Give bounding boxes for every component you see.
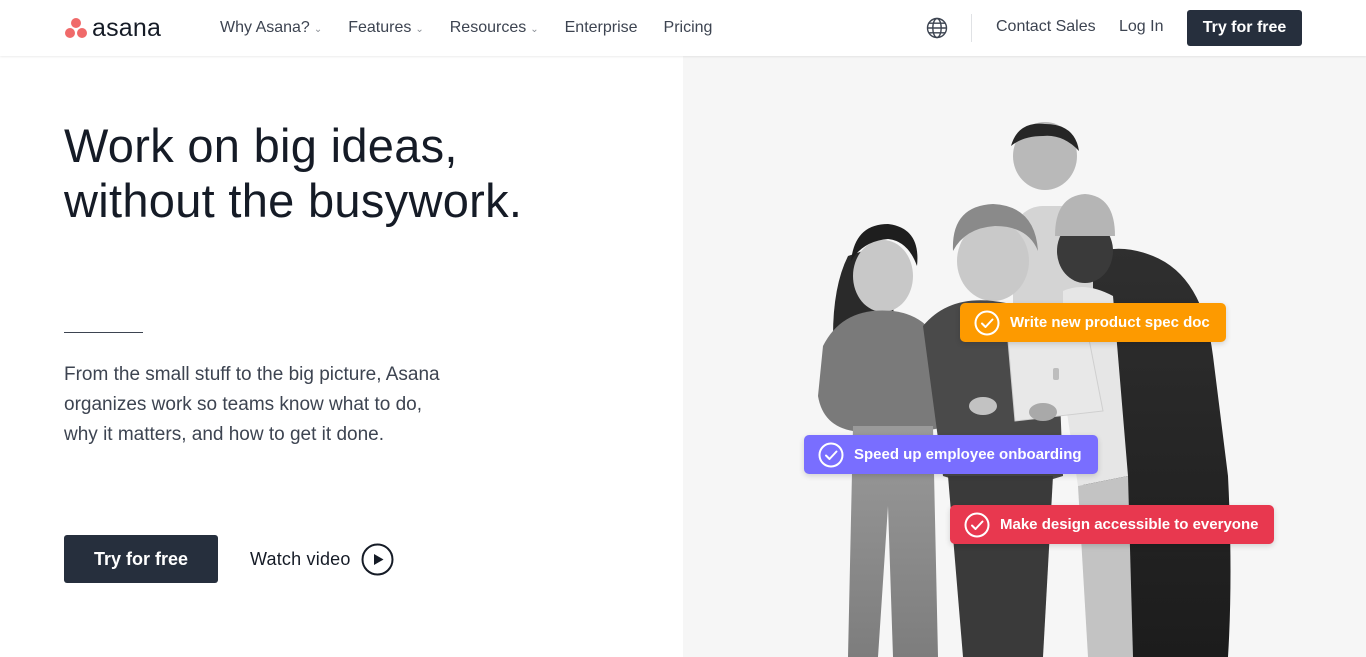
task-pill-label: Write new product spec doc (1010, 314, 1210, 331)
nav-item-label: Why Asana? (220, 19, 310, 36)
hero-title-line-1: Work on big ideas, (64, 119, 458, 172)
check-circle-icon (964, 512, 990, 537)
watch-video-button[interactable]: Watch video (250, 542, 394, 576)
task-pill-product-spec: Write new product spec doc (960, 303, 1226, 342)
nav-item-features[interactable]: Features ⌄ (348, 19, 424, 37)
header-try-for-free-button[interactable]: Try for free (1187, 10, 1302, 46)
task-pill-label: Make design accessible to everyone (1000, 516, 1259, 533)
task-pill-onboarding: Speed up employee onboarding (804, 435, 1098, 474)
chevron-down-icon: ⌄ (415, 23, 424, 35)
main-nav: Why Asana? ⌄ Features ⌄ Resources ⌄ Ente… (220, 0, 738, 56)
asana-logo[interactable]: asana (64, 14, 161, 42)
asana-logo-mark-icon (64, 17, 88, 39)
nav-item-label: Enterprise (564, 19, 638, 36)
nav-item-pricing[interactable]: Pricing (664, 19, 713, 37)
top-navigation-bar: asana Why Asana? ⌄ Features ⌄ Resources … (0, 0, 1366, 56)
hero-subtitle: From the small stuff to the big picture,… (64, 364, 440, 445)
hero-divider (64, 332, 143, 333)
check-circle-icon (818, 442, 844, 467)
watch-video-label: Watch video (250, 548, 351, 569)
hero-try-for-free-button[interactable]: Try for free (64, 535, 218, 583)
nav-item-why-asana[interactable]: Why Asana? ⌄ (220, 19, 322, 37)
chevron-down-icon: ⌄ (313, 23, 323, 35)
hero-title: Work on big ideas, without the busywork. (64, 118, 664, 228)
task-pill-label: Speed up employee onboarding (854, 446, 1082, 463)
header-divider (971, 14, 972, 42)
chevron-down-icon: ⌄ (530, 23, 539, 35)
task-pill-design-accessible: Make design accessible to everyone (950, 505, 1275, 544)
team-photo-illustration (818, 122, 1231, 657)
nav-item-label: Resources (449, 19, 527, 36)
logo-wordmark: asana (92, 13, 162, 42)
nav-item-enterprise[interactable]: Enterprise (565, 19, 638, 37)
check-circle-icon (974, 310, 1000, 335)
log-in-link[interactable]: Log In (1119, 18, 1163, 36)
nav-item-label: Pricing (663, 19, 713, 36)
nav-item-label: Features (348, 19, 412, 36)
hero-image-panel: Write new product spec doc Speed up empl… (683, 56, 1366, 657)
globe-icon[interactable] (925, 16, 949, 40)
play-circle-icon (361, 543, 394, 575)
contact-sales-link[interactable]: Contact Sales (996, 18, 1096, 36)
hero-title-line-2: without the busywork. (64, 174, 523, 227)
nav-item-resources[interactable]: Resources ⌄ (450, 19, 539, 37)
